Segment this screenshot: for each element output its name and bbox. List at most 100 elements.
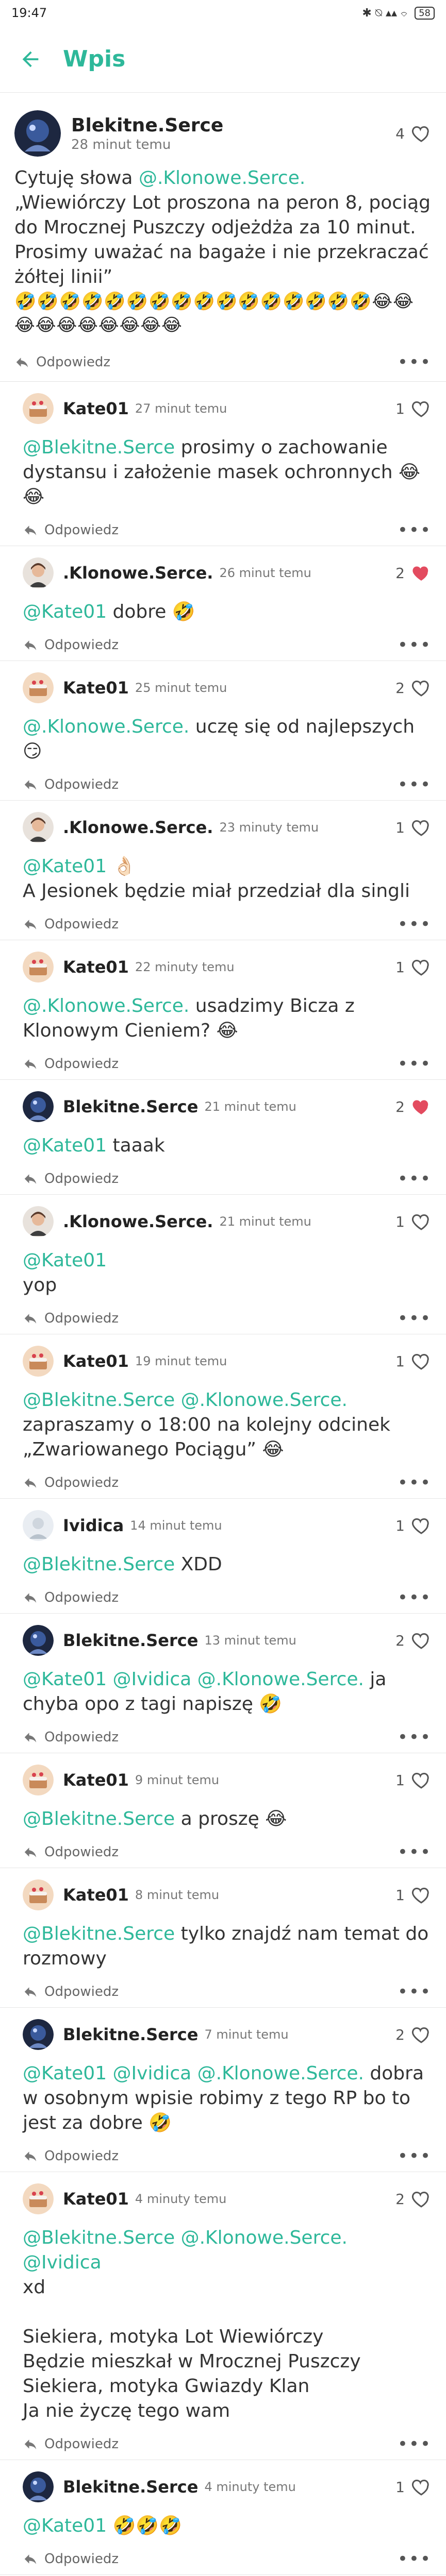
- heart-icon[interactable]: [411, 1630, 432, 1651]
- comment-mentions[interactable]: @Kate01 @Ividica @.Klonowe.Serce.: [23, 2063, 364, 2084]
- reply-button[interactable]: Odpowiedz: [23, 2148, 119, 2164]
- more-options-icon[interactable]: •••: [398, 1587, 432, 1608]
- more-options-icon[interactable]: •••: [398, 1727, 432, 1748]
- comment-mentions[interactable]: @Blekitne.Serce: [23, 437, 175, 458]
- reply-button[interactable]: Odpowiedz: [23, 1844, 119, 1860]
- avatar[interactable]: [23, 1346, 54, 1377]
- avatar[interactable]: [23, 672, 54, 703]
- heart-icon[interactable]: [411, 1515, 432, 1536]
- heart-icon[interactable]: [411, 1885, 432, 1905]
- heart-icon[interactable]: [411, 957, 432, 977]
- comment-author[interactable]: Blekitne.Serce: [63, 2025, 198, 2044]
- reply-button[interactable]: Odpowiedz: [23, 2436, 119, 2452]
- reply-button[interactable]: Odpowiedz: [23, 522, 119, 538]
- comment-mentions[interactable]: @Blekitne.Serce: [23, 1923, 175, 1944]
- comment-author[interactable]: Kate01: [63, 678, 129, 698]
- comment-mentions[interactable]: @Kate01: [23, 1250, 107, 1271]
- more-options-icon[interactable]: •••: [398, 2434, 432, 2454]
- post-like-control[interactable]: 4: [395, 123, 432, 144]
- reply-button[interactable]: Odpowiedz: [14, 354, 110, 370]
- comment-author[interactable]: Kate01: [63, 1770, 129, 1790]
- avatar[interactable]: [23, 812, 54, 843]
- back-arrow-icon[interactable]: [19, 47, 42, 71]
- avatar[interactable]: [23, 1206, 54, 1237]
- comment-author[interactable]: Kate01: [63, 1351, 129, 1371]
- heart-icon[interactable]: [411, 2024, 432, 2045]
- more-options-icon[interactable]: •••: [398, 914, 432, 935]
- comment-like-control[interactable]: 2: [395, 677, 432, 698]
- avatar[interactable]: [23, 2183, 54, 2214]
- reply-button[interactable]: Odpowiedz: [23, 637, 119, 653]
- comment-mentions[interactable]: @Blekitne.Serce: [23, 1554, 175, 1575]
- comment-like-control[interactable]: 2: [395, 1096, 432, 1117]
- reply-button[interactable]: Odpowiedz: [23, 1730, 119, 1745]
- post-mention[interactable]: @.Klonowe.Serce.: [139, 167, 305, 189]
- comment-mentions[interactable]: @Blekitne.Serce @.Klonowe.Serce.: [23, 1389, 348, 1411]
- avatar[interactable]: [23, 952, 54, 982]
- heart-icon[interactable]: [411, 123, 432, 144]
- comment-mentions[interactable]: @Kate01: [23, 1135, 107, 1156]
- avatar[interactable]: [23, 393, 54, 424]
- heart-filled-icon[interactable]: [411, 563, 432, 583]
- comment-mentions[interactable]: @.Klonowe.Serce.: [23, 716, 189, 737]
- comment-like-control[interactable]: 1: [395, 1351, 432, 1371]
- comment-like-control[interactable]: 1: [395, 2477, 432, 2497]
- more-options-icon[interactable]: •••: [398, 352, 432, 372]
- more-options-icon[interactable]: •••: [398, 1168, 432, 1189]
- heart-icon[interactable]: [411, 1770, 432, 1790]
- comment-mentions[interactable]: @Blekitne.Serce @.Klonowe.Serce. @Ividic…: [23, 2227, 353, 2273]
- comment-author[interactable]: Blekitne.Serce: [63, 2477, 198, 2497]
- avatar[interactable]: [23, 1879, 54, 1910]
- more-options-icon[interactable]: •••: [398, 520, 432, 540]
- more-options-icon[interactable]: •••: [398, 2549, 432, 2569]
- heart-icon[interactable]: [411, 2477, 432, 2497]
- comment-author[interactable]: Kate01: [63, 399, 129, 418]
- comment-author[interactable]: .Klonowe.Serce.: [63, 1212, 213, 1231]
- comment-mentions[interactable]: @Kate01: [23, 2515, 107, 2536]
- comment-author[interactable]: Kate01: [63, 957, 129, 977]
- comment-mentions[interactable]: @Kate01: [23, 856, 107, 877]
- comment-author[interactable]: .Klonowe.Serce.: [63, 818, 213, 837]
- comment-author[interactable]: Blekitne.Serce: [63, 1631, 198, 1650]
- more-options-icon[interactable]: •••: [398, 635, 432, 655]
- reply-button[interactable]: Odpowiedz: [23, 1590, 119, 1605]
- comment-author[interactable]: .Klonowe.Serce.: [63, 563, 213, 583]
- comment-like-control[interactable]: 1: [395, 1515, 432, 1536]
- post-author[interactable]: Blekitne.Serce: [71, 115, 395, 136]
- comment-like-control[interactable]: 1: [395, 1211, 432, 1232]
- comment-mentions[interactable]: @Blekitne.Serce: [23, 1808, 175, 1829]
- comment-author[interactable]: Kate01: [63, 1885, 129, 1905]
- reply-button[interactable]: Odpowiedz: [23, 1056, 119, 1072]
- heart-icon[interactable]: [411, 1351, 432, 1371]
- reply-button[interactable]: Odpowiedz: [23, 1984, 119, 1999]
- avatar[interactable]: [23, 557, 54, 588]
- avatar[interactable]: [23, 1510, 54, 1541]
- more-options-icon[interactable]: •••: [398, 1472, 432, 1493]
- avatar[interactable]: [23, 1625, 54, 1656]
- comment-like-control[interactable]: 1: [395, 1770, 432, 1790]
- more-options-icon[interactable]: •••: [398, 774, 432, 795]
- comment-author[interactable]: Blekitne.Serce: [63, 1097, 198, 1116]
- comment-like-control[interactable]: 1: [395, 398, 432, 419]
- comment-author[interactable]: Kate01: [63, 2189, 129, 2209]
- more-options-icon[interactable]: •••: [398, 1308, 432, 1329]
- heart-filled-icon[interactable]: [411, 1096, 432, 1117]
- heart-icon[interactable]: [411, 2189, 432, 2209]
- comment-like-control[interactable]: 1: [395, 1885, 432, 1905]
- comment-like-control[interactable]: 2: [395, 2189, 432, 2209]
- comment-like-control[interactable]: 2: [395, 1630, 432, 1651]
- comment-like-control[interactable]: 2: [395, 2024, 432, 2045]
- more-options-icon[interactable]: •••: [398, 1054, 432, 1074]
- avatar[interactable]: [23, 2019, 54, 2050]
- heart-icon[interactable]: [411, 1211, 432, 1232]
- avatar[interactable]: [23, 1091, 54, 1122]
- reply-button[interactable]: Odpowiedz: [23, 2551, 119, 2567]
- reply-button[interactable]: Odpowiedz: [23, 917, 119, 932]
- reply-button[interactable]: Odpowiedz: [23, 777, 119, 792]
- avatar[interactable]: [14, 110, 61, 157]
- reply-button[interactable]: Odpowiedz: [23, 1311, 119, 1326]
- heart-icon[interactable]: [411, 398, 432, 419]
- heart-icon[interactable]: [411, 677, 432, 698]
- more-options-icon[interactable]: •••: [398, 1981, 432, 2002]
- comment-like-control[interactable]: 1: [395, 957, 432, 977]
